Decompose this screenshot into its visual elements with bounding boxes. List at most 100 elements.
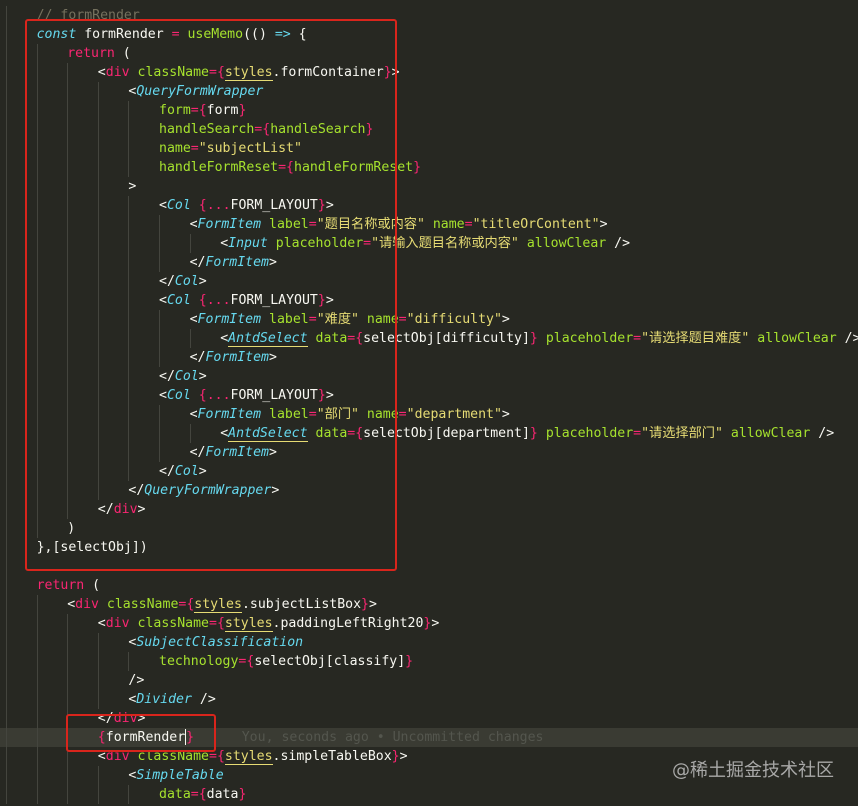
indent-guide: [36, 747, 38, 766]
code-line[interactable]: <Col {...FORM_LAYOUT}>: [0, 386, 858, 405]
code-line[interactable]: </FormItem>: [0, 253, 858, 272]
indent-guide: [6, 234, 7, 253]
code-text: ): [67, 519, 75, 538]
code-token: Divider: [136, 692, 192, 707]
code-token: FORM_LAYOUT: [230, 388, 318, 403]
indent-guide: [6, 728, 7, 747]
indent-guide: [6, 785, 7, 804]
code-token: </: [97, 502, 114, 517]
indent-guide: [97, 177, 99, 196]
code-line[interactable]: technology={selectObj[classify]}: [0, 652, 858, 671]
code-text: form={form}: [159, 101, 246, 120]
indent-guide: [97, 424, 99, 443]
code-line[interactable]: </Col>: [0, 462, 858, 481]
code-line[interactable]: <QueryFormWrapper: [0, 82, 858, 101]
code-token: form: [159, 103, 191, 118]
code-token: FormItem: [197, 312, 262, 327]
code-line[interactable]: </div>: [0, 500, 858, 519]
indent-guide: [6, 652, 7, 671]
code-token: =: [190, 141, 199, 156]
code-token: styles: [224, 616, 273, 632]
code-token: <: [159, 198, 167, 213]
watermark-text: @稀土掘金技术社区: [672, 760, 834, 781]
code-token: =: [398, 407, 407, 422]
code-token: className: [106, 597, 179, 612]
indent-guide: [128, 348, 130, 367]
code-line[interactable]: <AntdSelect data = {selectObj[department]}…: [0, 424, 858, 443]
indent-guide: [36, 63, 38, 82]
code-token: <: [97, 749, 106, 764]
indent-guide: [67, 329, 69, 348]
code-line[interactable]: <SubjectClassification: [0, 633, 858, 652]
code-token: data: [315, 426, 348, 441]
code-line[interactable]: [0, 557, 858, 576]
indent-guide: [6, 424, 7, 443]
code-line[interactable]: <Col {...FORM_LAYOUT}>: [0, 196, 858, 215]
code-token: FormItem: [205, 350, 270, 365]
code-line[interactable]: handleFormReset={handleFormReset}: [0, 158, 858, 177]
indent-guide: [6, 462, 7, 481]
code-token: name: [159, 141, 191, 156]
code-line[interactable]: <div className={styles.paddingLeftRight2…: [0, 614, 858, 633]
code-line[interactable]: </FormItem>: [0, 443, 858, 462]
code-token: >: [269, 255, 277, 270]
indent-guide: [36, 215, 38, 234]
code-line[interactable]: >: [0, 177, 858, 196]
indent-guide: [97, 272, 99, 291]
code-line[interactable]: <Divider />: [0, 690, 858, 709]
indent-guide: [67, 158, 69, 177]
code-line[interactable]: ): [0, 519, 858, 538]
indent-guide: [128, 652, 130, 671]
code-line[interactable]: </div>: [0, 709, 858, 728]
code-line[interactable]: <Col {...FORM_LAYOUT}>: [0, 291, 858, 310]
code-editor[interactable]: // formRender const formRender = useMemo(…: [0, 0, 858, 806]
code-line[interactable]: <FormItem label="题目名称或内容" name="titleOrC…: [0, 215, 858, 234]
code-line[interactable]: // formRender: [0, 6, 858, 25]
indent-guide: [67, 633, 69, 652]
code-line[interactable]: },[selectObj]): [0, 538, 858, 557]
code-text: >: [128, 177, 136, 196]
code-line[interactable]: <AntdSelect data = {selectObj[difficulty]}…: [0, 329, 858, 348]
code-token: <: [97, 616, 106, 631]
code-line[interactable]: form={form}: [0, 101, 858, 120]
code-line[interactable]: <div className={styles.subjectListBox}>: [0, 595, 858, 614]
code-token: <: [220, 426, 229, 441]
code-line[interactable]: </Col>: [0, 367, 858, 386]
code-token: {: [198, 198, 207, 213]
code-line[interactable]: />: [0, 671, 858, 690]
indent-guide: [128, 139, 130, 158]
code-text: <SimpleTable: [128, 766, 223, 785]
code-token: const: [36, 27, 77, 42]
code-token: {: [198, 787, 207, 802]
code-line[interactable]: </Col>: [0, 272, 858, 291]
code-text: // formRender: [37, 6, 140, 25]
code-token: </: [189, 445, 206, 460]
code-line[interactable]: data={data}: [0, 785, 858, 804]
indent-guide: [67, 481, 69, 500]
code-line[interactable]: return (: [0, 44, 858, 63]
indent-guide: [128, 196, 130, 215]
indent-guide: [36, 652, 38, 671]
code-line[interactable]: {formRender} You, seconds ago • Uncommit…: [0, 728, 858, 747]
indent-guide: [128, 443, 130, 462]
code-line[interactable]: </FormItem>: [0, 348, 858, 367]
code-token: return: [67, 46, 115, 61]
indent-guide: [97, 310, 99, 329]
code-line[interactable]: const formRender = useMemo(() => {: [0, 25, 858, 44]
code-line[interactable]: <FormItem label="部门" name="department">: [0, 405, 858, 424]
code-line[interactable]: handleSearch={handleSearch}: [0, 120, 858, 139]
code-token: }: [186, 730, 195, 745]
code-text: data={data}: [159, 785, 246, 804]
code-line[interactable]: <div className={styles.formContainer}>: [0, 63, 858, 82]
code-line[interactable]: return (: [0, 576, 858, 595]
code-text: <AntdSelect data = {selectObj[department]}…: [220, 424, 834, 443]
indent-guide: [67, 462, 69, 481]
indent-guide: [6, 139, 7, 158]
code-line[interactable]: <Input placeholder="请输入题目名称或内容" allowCle…: [0, 234, 858, 253]
code-line[interactable]: <FormItem label="难度" name="difficulty">: [0, 310, 858, 329]
code-line[interactable]: name="subjectList": [0, 139, 858, 158]
code-line[interactable]: </QueryFormWrapper>: [0, 481, 858, 500]
